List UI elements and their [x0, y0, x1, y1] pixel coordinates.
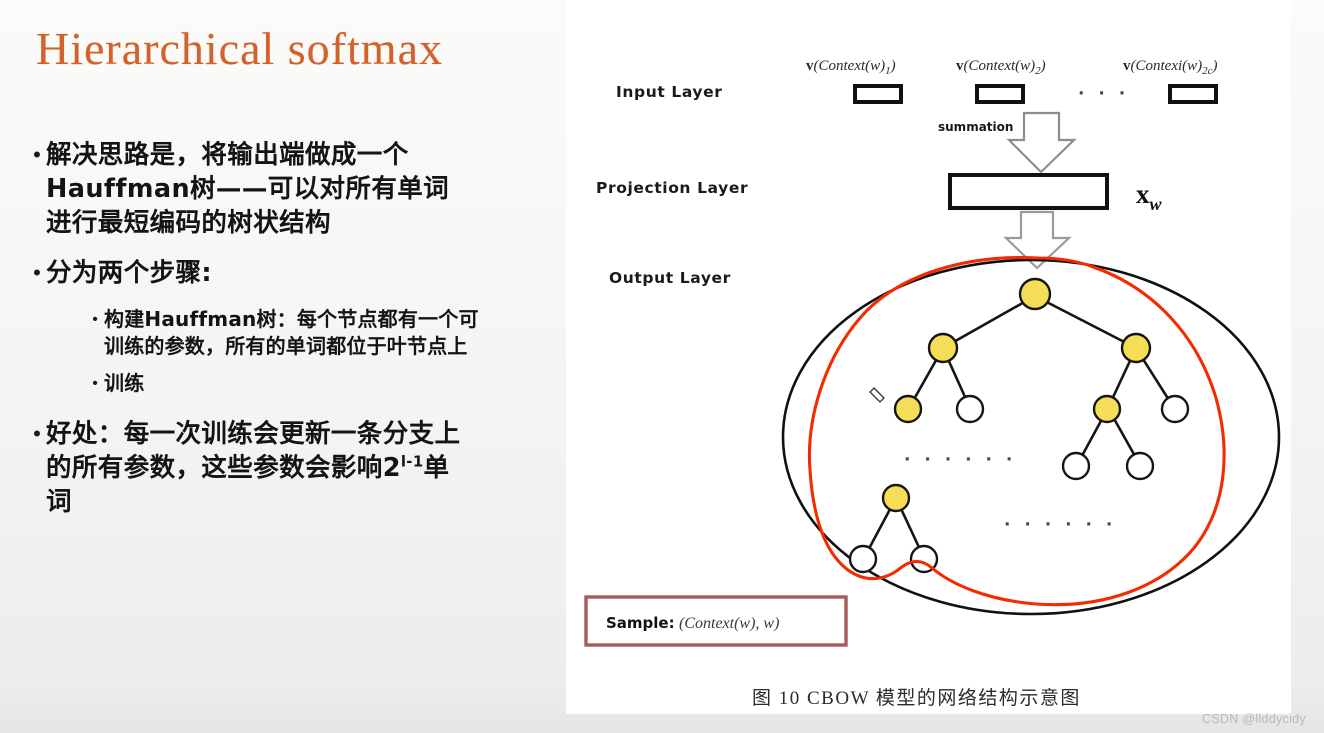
- tree-node-leaf: [955, 394, 985, 424]
- bullet-text: 分为两个步骤:: [46, 258, 212, 288]
- tree-node-internal: [1120, 332, 1152, 364]
- input-vector-label-3: v(Contexi(w)2c): [1123, 58, 1218, 77]
- input-ellipsis: · · ·: [1078, 84, 1129, 104]
- projection-layer-label: Projection Layer: [596, 179, 748, 197]
- vec-close: ): [1212, 58, 1218, 74]
- bullet-text: 构建Hauffman树：每个节点都有一个可训练的参数，所有的单词都位于叶节点上: [104, 307, 479, 358]
- bullet-dot-icon: •: [33, 142, 41, 167]
- vec-close: ): [890, 58, 896, 74]
- bullet-item-1: • 解决思路是，将输出端做成一个Hauffman树——可以对所有单词进行最短编码…: [28, 138, 548, 240]
- tree-node-leaf: [1061, 451, 1091, 481]
- vec-body: (Context(w): [814, 58, 886, 74]
- input-vector-label-1: v(Context(w)1): [806, 58, 896, 77]
- cbow-architecture-diagram: Input Layer v(Context(w)1) v(Context(w)2…: [584, 58, 1281, 709]
- bullet-item-2-1: • 构建Hauffman树：每个节点都有一个可训练的参数，所有的单词都位于叶节点…: [86, 306, 548, 360]
- screenshot-root: Hierarchical softmax • 解决思路是，将输出端做成一个Hau…: [0, 0, 1324, 733]
- bullet-text-part-a: 好处：每一次训练会更新一条分支上的所有参数，这些参数会影响2: [46, 419, 461, 483]
- sample-label: Sample:: [606, 614, 675, 632]
- tree-node-internal: [881, 483, 911, 513]
- xw-main: x: [1136, 179, 1150, 209]
- vec-close: ): [1040, 58, 1046, 74]
- vec-sub: 2c: [1202, 65, 1213, 77]
- vec-body: (Contexi(w): [1131, 58, 1203, 74]
- tree-ellipsis-2: · · · · · ·: [1004, 515, 1116, 535]
- bullet-dot-icon: •: [92, 375, 98, 392]
- diagram-panel: Input Layer v(Context(w)1) v(Context(w)2…: [566, 0, 1291, 714]
- tree-node-leaf: [848, 544, 878, 574]
- bullet-text-with-exponent: 好处：每一次训练会更新一条分支上的所有参数，这些参数会影响2l-1单词: [46, 417, 466, 519]
- input-node-box-3: [1168, 84, 1218, 104]
- mouse-cursor-icon: [869, 387, 885, 403]
- output-layer-label: Output Layer: [609, 269, 731, 287]
- bullet-item-3: • 好处：每一次训练会更新一条分支上的所有参数，这些参数会影响2l-1单词: [28, 417, 548, 519]
- input-node-box-1: [853, 84, 903, 104]
- summation-label: summation: [938, 120, 1013, 134]
- tree-node-internal: [1092, 394, 1122, 424]
- bullet-dot-icon: •: [92, 311, 98, 328]
- bullet-text: 训练: [104, 371, 145, 395]
- projection-vector-box: [948, 173, 1109, 210]
- tree-node-leaf: [1160, 394, 1190, 424]
- input-layer-label: Input Layer: [616, 83, 722, 101]
- tree-edge: [1034, 294, 1137, 350]
- tree-edge: [942, 294, 1036, 350]
- figure-caption: 图 10 CBOW 模型的网络结构示意图: [752, 687, 1081, 709]
- bullet-item-2: • 分为两个步骤:: [28, 256, 548, 290]
- bullet-item-2-2: • 训练: [86, 370, 548, 397]
- exponent-label: l-1: [400, 453, 424, 471]
- tree-node-internal: [927, 332, 959, 364]
- bullet-text: 解决思路是，将输出端做成一个Hauffman树——可以对所有单词进行最短编码的树…: [46, 140, 450, 238]
- vec-body: (Context(w): [964, 58, 1036, 74]
- tree-ellipsis-1: · · · · · ·: [904, 450, 1016, 470]
- tree-node-internal-root: [1018, 277, 1052, 311]
- bullet-dot-icon: •: [33, 421, 41, 446]
- slide-text-panel: Hierarchical softmax • 解决思路是，将输出端做成一个Hau…: [0, 0, 566, 733]
- input-node-box-2: [975, 84, 1025, 104]
- summation-arrow-icon: [1006, 111, 1077, 174]
- page-title: Hierarchical softmax: [36, 23, 443, 74]
- csdn-watermark: CSDN @llddycidy: [1201, 712, 1306, 726]
- bullet-dot-icon: •: [33, 260, 41, 285]
- tree-node-leaf: [1125, 451, 1155, 481]
- projection-output-label: xw: [1136, 179, 1163, 214]
- sample-value: (Context(w), w): [679, 615, 779, 632]
- xw-sub: w: [1150, 194, 1163, 214]
- bullet-list: • 解决思路是，将输出端做成一个Hauffman树——可以对所有单词进行最短编码…: [28, 138, 548, 535]
- input-vector-label-2: v(Context(w)2): [956, 58, 1046, 77]
- tree-node-internal: [893, 394, 923, 424]
